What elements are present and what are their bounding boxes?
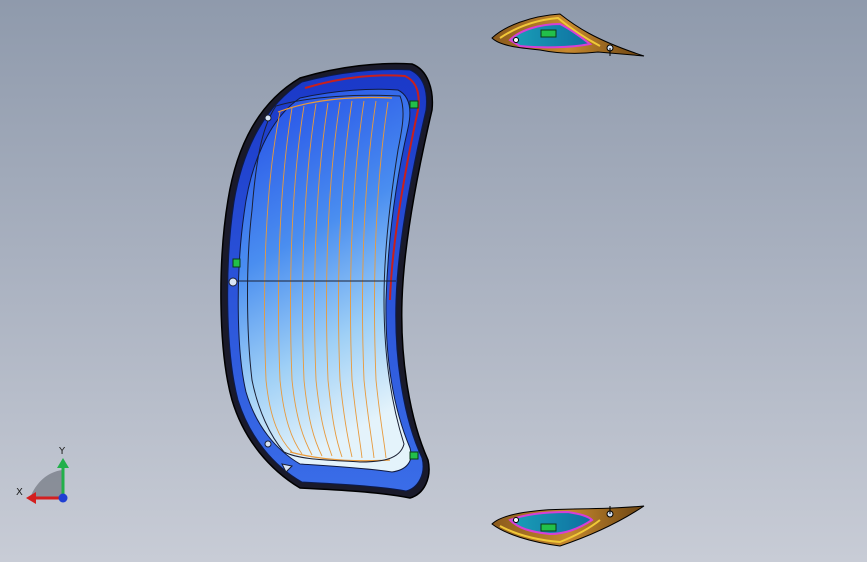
clip-bottom-right[interactable] — [409, 451, 419, 460]
lower-quarter-clip[interactable] — [540, 523, 557, 532]
x-axis-arrow-icon — [26, 492, 36, 504]
mount-hole-top[interactable] — [264, 114, 272, 122]
y-axis-label: Y — [58, 446, 66, 457]
mount-hole-bottom[interactable] — [264, 440, 272, 448]
cad-viewport[interactable]: X Y — [0, 0, 867, 562]
upper-quarter-clip[interactable] — [540, 29, 557, 38]
clip-mid-left[interactable] — [232, 258, 241, 268]
axis-triad[interactable]: X Y — [16, 446, 69, 504]
clip-top-right[interactable] — [409, 100, 419, 109]
y-axis-arrow-icon — [57, 458, 69, 468]
x-axis-label: X — [16, 487, 23, 498]
lower-quarter-hole[interactable] — [513, 517, 519, 523]
z-axis-origin-icon — [58, 493, 68, 503]
upper-quarter-glass-part[interactable] — [491, 13, 645, 57]
model-scene[interactable]: X Y — [0, 0, 867, 562]
lower-quarter-glass-part[interactable] — [491, 505, 645, 547]
rear-glass-part[interactable] — [220, 62, 434, 499]
mount-hole-left[interactable] — [228, 277, 238, 287]
upper-quarter-hole[interactable] — [513, 37, 519, 43]
